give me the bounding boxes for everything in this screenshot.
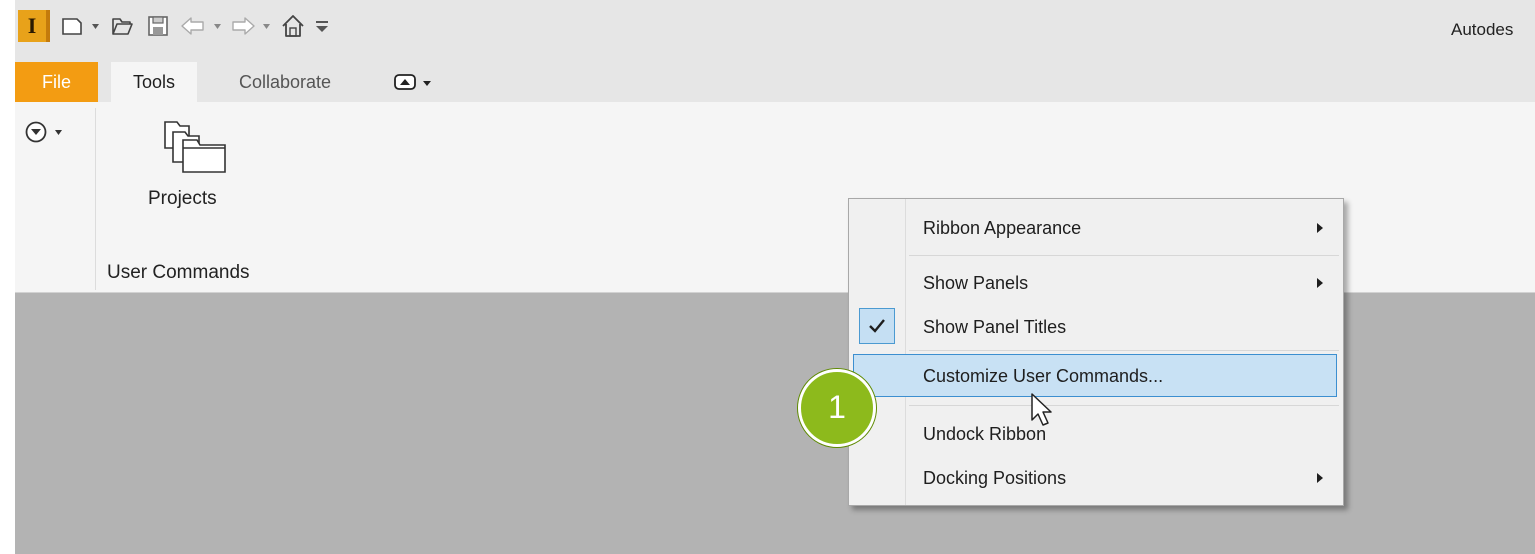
menu-separator <box>909 350 1339 351</box>
menu-item-label: Show Panels <box>923 273 1029 293</box>
menu-item-label: Ribbon Appearance <box>923 218 1082 238</box>
circle-chevron-down-icon <box>25 121 62 143</box>
panel-divider <box>95 108 96 290</box>
title-bar: I Autodes <box>15 0 1535 62</box>
save-icon[interactable] <box>145 12 171 40</box>
redo-dropdown-caret-icon[interactable] <box>263 24 270 30</box>
inventor-logo[interactable]: I <box>18 10 50 42</box>
home-icon[interactable] <box>279 12 307 40</box>
open-folder-icon[interactable] <box>109 12 135 40</box>
tab-tools[interactable]: Tools <box>111 62 197 102</box>
menu-separator <box>909 405 1339 406</box>
menu-item-show-panels[interactable]: Show Panels <box>849 261 1343 305</box>
undo-dropdown-caret-icon[interactable] <box>214 24 221 30</box>
tab-collaborate[interactable]: Collaborate <box>210 62 360 102</box>
logo-letter: I <box>27 13 37 38</box>
new-document-icon[interactable] <box>59 12 85 40</box>
menu-item-customize-user-commands[interactable]: Customize User Commands... <box>849 354 1343 398</box>
mouse-pointer-icon <box>1031 393 1052 426</box>
menu-item-label: Docking Positions <box>923 468 1067 488</box>
panel-title-user-commands: User Commands <box>107 262 250 283</box>
ribbon-options-dropdown[interactable] <box>25 120 69 144</box>
ribbon-display-icon <box>394 74 431 90</box>
redo-icon[interactable] <box>229 12 257 40</box>
projects-icon[interactable] <box>161 118 227 174</box>
menu-item-label: Show Panel Titles <box>923 317 1067 337</box>
menu-item-docking-positions[interactable]: Docking Positions <box>849 456 1343 500</box>
new-dropdown-caret-icon[interactable] <box>92 24 99 30</box>
projects-button-label[interactable]: Projects <box>148 188 217 210</box>
inventor-window: I Autodes File Tools Collaborate Project… <box>15 0 1535 554</box>
ribbon-minimize-toggle[interactable] <box>393 70 457 94</box>
ribbon-tab-bar: File Tools Collaborate <box>15 62 1535 102</box>
menu-item-undock-ribbon[interactable]: Undock Ribbon <box>849 412 1343 456</box>
menu-item-ribbon-appearance[interactable]: Ribbon Appearance <box>849 206 1343 250</box>
submenu-arrow-icon <box>1317 473 1323 483</box>
menu-separator <box>909 255 1339 256</box>
submenu-arrow-icon <box>1317 223 1323 233</box>
menu-item-show-panel-titles[interactable]: Show Panel Titles <box>849 305 1343 349</box>
step-callout-badge: 1 <box>798 369 876 447</box>
tab-file[interactable]: File <box>15 62 98 102</box>
checkmark-icon <box>859 308 895 344</box>
customize-quick-access-icon[interactable] <box>313 12 331 40</box>
ribbon-context-menu: Ribbon Appearance Show Panels Show Panel… <box>848 198 1344 506</box>
app-title: Autodes <box>1451 20 1514 39</box>
submenu-arrow-icon <box>1317 278 1323 288</box>
undo-icon[interactable] <box>179 12 207 40</box>
menu-item-label: Undock Ribbon <box>923 424 1047 444</box>
